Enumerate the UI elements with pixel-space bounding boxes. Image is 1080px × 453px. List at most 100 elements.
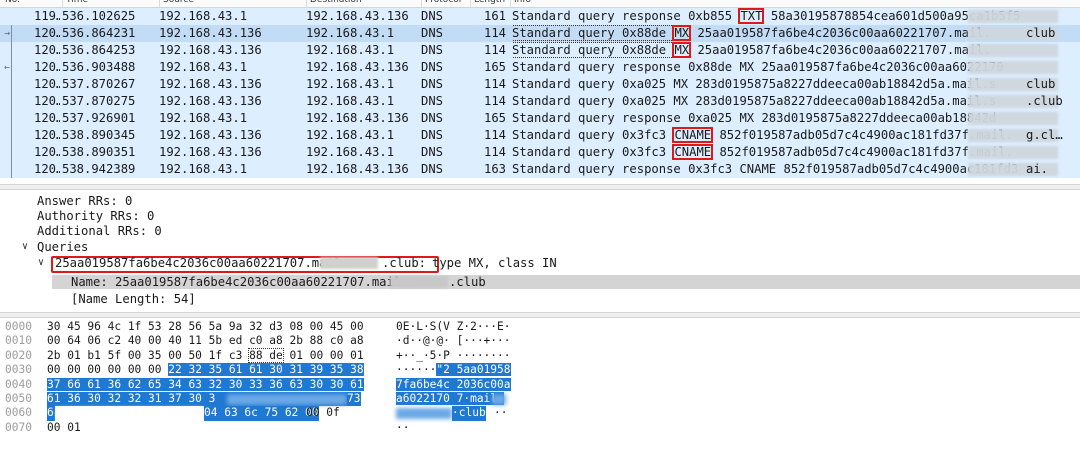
bytes-hex: 00 64 06 c2 40 00 40 11 5b ed c0 a8 2b 8…: [47, 334, 364, 348]
packet-length: 114: [484, 145, 507, 159]
packet-length: 165: [484, 111, 507, 125]
packet-details-pane[interactable]: Answer RRs: 0 Authority RRs: 0 Additiona…: [0, 190, 1080, 313]
packet-destination: 192.168.43.1: [306, 77, 395, 91]
packet-info-text: Standard query response 0xa025 MX 283d01…: [512, 111, 997, 125]
packet-info-text: Standard query response 0x88de MX 25aa01…: [512, 60, 997, 74]
packet-source: 192.168.43.136: [159, 77, 262, 91]
packet-protocol: DNS: [421, 94, 444, 108]
packet-info-tail: ai.: [1026, 162, 1049, 176]
packet-length: 114: [484, 128, 507, 142]
column-header-protocol[interactable]: Protocol: [421, 0, 461, 7]
detail-query-suffix: type MX, class IN: [432, 256, 557, 270]
column-header-length[interactable]: Length: [470, 0, 505, 7]
packet-bytes-pane[interactable]: 0000 30 45 96 4c 1f 53 28 56 5a 9a 32 d3…: [0, 316, 1080, 453]
redaction-blur: [968, 61, 1058, 74]
packet-row[interactable]: → 120…536.864231 192.168.43.136 192.168.43.…: [0, 25, 1080, 42]
bytes-hex-selected: 6: [47, 406, 55, 421]
packet-info-text: Standard query 0xa025 MX 283d0195875a822…: [512, 77, 997, 91]
packet-protocol: DNS: [421, 162, 444, 176]
bytes-offset: 0020: [5, 348, 32, 362]
packet-time: 536.102625: [62, 9, 136, 23]
packet-row[interactable]: 120…538.890345 192.168.43.136 192.168.43.1…: [0, 127, 1080, 144]
bytes-row[interactable]: 0040 37 66 61 36 62 65 34 63 32 30 33 36…: [0, 377, 1080, 392]
packet-row[interactable]: 120…537.870267 192.168.43.136 192.168.43.1…: [0, 76, 1080, 93]
column-header-time[interactable]: Time: [62, 0, 88, 7]
packet-number: 120…: [34, 128, 60, 142]
bytes-ascii: +··_·5·P ········: [396, 348, 511, 362]
bytes-row[interactable]: 0050 61 36 30 32 32 31 37 30 3 73 a60221…: [0, 392, 1080, 407]
packet-time: 538.890351: [62, 145, 136, 159]
packet-destination: 192.168.43.1: [306, 26, 395, 40]
packet-length: 114: [484, 26, 507, 40]
bytes-offset: 0040: [5, 377, 32, 391]
packet-row[interactable]: 120…538.890351 192.168.43.136 192.168.43.1…: [0, 144, 1080, 161]
bytes-hex-segment: 00 00 00 00 00 00: [47, 363, 169, 377]
bytes-hex-selected: 37 66 61 36 62 65 34 63 32 30 33 36 63 3…: [47, 377, 364, 391]
packet-protocol: DNS: [421, 77, 444, 91]
bytes-hex-selected: 04 63 6c 75 62 00: [204, 406, 319, 421]
packet-source: 192.168.43.136: [159, 26, 262, 40]
packet-row[interactable]: ← 120…536.903488 192.168.43.1 192.168.43.13…: [0, 59, 1080, 76]
packet-source: 192.168.43.136: [159, 128, 262, 142]
packet-protocol: DNS: [421, 9, 444, 23]
bytes-hex: 00 01: [47, 420, 81, 434]
packet-info-text: Standard query 0x3fc3: [512, 128, 674, 142]
packet-length: 114: [484, 77, 507, 91]
packet-destination: 192.168.43.136: [306, 162, 409, 176]
bytes-hex-segment: 00 0f: [306, 406, 340, 420]
bytes-offset: 0070: [5, 420, 32, 434]
packet-protocol: DNS: [421, 43, 444, 57]
bytes-offset: 0010: [5, 334, 32, 348]
packet-destination: 192.168.43.1: [306, 43, 395, 57]
bytes-hex: 37 66 61 36 62 65 34 63 32 30 33 36 63 3…: [47, 377, 377, 392]
redaction-blur: [968, 146, 1058, 159]
detail-row-queries[interactable]: ∨ Queries: [0, 240, 1080, 254]
packet-time: 538.942389: [62, 162, 136, 176]
chevron-down-icon[interactable]: ∨: [22, 240, 28, 254]
bytes-row[interactable]: 0020 2b 01 b1 5f 00 35 00 50 1f c3 88 de…: [0, 347, 1080, 363]
bytes-ascii: ··: [396, 420, 410, 434]
packet-row[interactable]: 120…537.926901 192.168.43.1 192.168.43.136…: [0, 110, 1080, 127]
chevron-down-icon[interactable]: ∨: [38, 256, 44, 270]
packet-source: 192.168.43.136: [159, 94, 262, 108]
packet-number: 120…: [34, 94, 60, 108]
packet-info-text: Standard query response 0xb855: [512, 9, 740, 23]
bytes-row[interactable]: 0000 30 45 96 4c 1f 53 28 56 5a 9a 32 d3…: [0, 320, 1080, 334]
detail-row-authority-rrs[interactable]: Authority RRs: 0: [0, 209, 1080, 223]
redaction-blur: [396, 408, 452, 420]
packet-row[interactable]: 120…536.864253 192.168.43.136 192.168.43.1…: [0, 42, 1080, 59]
packet-info-text: Standard query 0x88de: [512, 42, 675, 58]
bytes-row[interactable]: 0010 00 64 06 c2 40 00 40 11 5b ed c0 a8…: [0, 334, 1080, 348]
detail-row-additional-rrs[interactable]: Additional RRs: 0: [0, 224, 1080, 238]
column-header-info[interactable]: Info: [510, 0, 531, 7]
packet-protocol: DNS: [421, 128, 444, 142]
bytes-row[interactable]: 0030 00 00 00 00 00 00 22 32 35 61 61 30…: [0, 363, 1080, 377]
column-header-source[interactable]: Source: [159, 0, 194, 7]
packet-length: 161: [484, 9, 507, 23]
column-header-destination[interactable]: Destination: [306, 0, 362, 7]
detail-row-query-entry[interactable]: ∨ 25aa019587fa6be4c2036c00aa60221707.mai…: [0, 256, 1080, 273]
bytes-hex: 2b 01 b1 5f 00 35 00 50 1f c3 88 de 01 0…: [47, 347, 377, 363]
packet-row[interactable]: 119…536.102625 192.168.43.1 192.168.43.136…: [0, 8, 1080, 25]
packet-list[interactable]: No. Time Source Destination Protocol Len…: [0, 0, 1080, 184]
packet-info-tail: g.cl…: [1026, 128, 1063, 142]
bytes-hex: 00 00 00 00 00 00 22 32 35 61 61 30 31 3…: [47, 363, 377, 377]
packet-number: 120…: [34, 162, 60, 176]
bytes-offset: 0000: [5, 320, 32, 333]
bytes-row[interactable]: 0070 00 01 ··: [0, 421, 1080, 435]
packet-row[interactable]: 120…538.942389 192.168.43.1 192.168.43.136…: [0, 161, 1080, 178]
packet-time: 536.864231: [62, 26, 136, 40]
packet-length: 163: [484, 162, 507, 176]
redaction-blur: [390, 276, 448, 288]
detail-row-answer-rrs[interactable]: Answer RRs: 0: [0, 194, 1080, 208]
column-header-no[interactable]: No.: [2, 0, 20, 7]
packet-length: 165: [484, 60, 507, 74]
detail-row-name-length[interactable]: [Name Length: 54]: [0, 292, 1080, 306]
packet-row[interactable]: 120…537.870275 192.168.43.136 192.168.43.1…: [0, 93, 1080, 110]
detail-row-name[interactable]: Name: 25aa019587fa6be4c2036c00aa60221707…: [52, 275, 1080, 290]
packet-time: 537.870267: [62, 77, 136, 91]
bytes-row[interactable]: 0060 6 04 63 6c 75 62 00 00 0f ·club ··: [0, 406, 1080, 421]
packet-length: 114: [484, 94, 507, 108]
packet-number: 120…: [34, 43, 60, 57]
bytes-ascii-segment: ··: [494, 406, 508, 420]
